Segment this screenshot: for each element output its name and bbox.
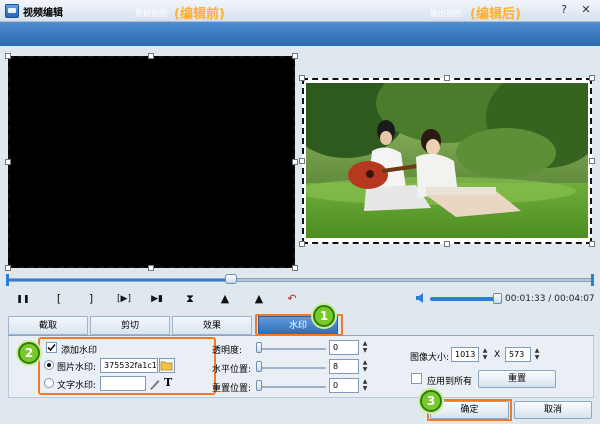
crop-handle-tr[interactable]	[292, 53, 298, 59]
opacity-thumb[interactable]	[256, 342, 262, 353]
v-position-thumb[interactable]	[256, 380, 262, 391]
original-preview[interactable]	[8, 56, 295, 268]
crop-handle-tl[interactable]	[5, 53, 11, 59]
mark-in-button[interactable]: [	[50, 291, 68, 307]
step-badge-3: 3	[420, 390, 442, 412]
crop-handle-mr[interactable]	[292, 159, 298, 165]
width-spinner[interactable]: ▲ ▼	[480, 347, 490, 362]
crop-handle-br[interactable]	[292, 265, 298, 271]
reset-button[interactable]: 重置	[478, 370, 556, 388]
image-size-label: 图像大小:	[410, 353, 450, 363]
tab-cut[interactable]: 剪切	[90, 316, 170, 335]
crop-handle-ml[interactable]	[5, 159, 11, 165]
folder-icon	[160, 361, 173, 371]
h-position-slider[interactable]	[258, 367, 326, 369]
opacity-value[interactable]: 0	[329, 340, 359, 355]
width-value[interactable]: 1013	[451, 347, 479, 362]
image-watermark-path[interactable]: 375532fa1c1a	[100, 358, 158, 373]
image-watermark-label: 图片水印:	[57, 363, 97, 373]
mark-out-button[interactable]: ]	[82, 291, 100, 307]
v-position-spinner[interactable]: ▲ ▼	[360, 378, 370, 393]
output-handle-tl[interactable]	[299, 75, 305, 81]
height-spinner[interactable]: ▲ ▼	[532, 347, 542, 362]
original-view-label: 原始视图	[135, 9, 167, 18]
current-time: 00:01:33	[505, 294, 546, 304]
size-times: X	[494, 350, 501, 360]
browse-folder-button[interactable]	[159, 358, 175, 373]
output-handle-tr[interactable]	[589, 75, 595, 81]
height-value[interactable]: 573	[505, 347, 531, 362]
play-range-button[interactable]: [▶]	[113, 291, 135, 307]
image-watermark-radio[interactable]	[44, 360, 54, 370]
cancel-button[interactable]: 取消	[514, 401, 592, 419]
time-readout: 00:01:33 / 00:04:07	[505, 294, 595, 304]
opacity-slider[interactable]	[258, 348, 326, 350]
output-handle-mr[interactable]	[589, 158, 595, 164]
h-position-thumb[interactable]	[256, 361, 262, 372]
apply-all-label: 应用到所有	[427, 377, 473, 387]
volume-thumb[interactable]	[493, 293, 502, 304]
v-position-value[interactable]: 0	[329, 378, 359, 393]
timeline-end-marker[interactable]	[591, 274, 594, 286]
text-font-icon[interactable]: T	[164, 376, 177, 390]
crop-handle-bm[interactable]	[148, 265, 154, 271]
output-preview-image	[306, 83, 588, 238]
flip-vertical-button[interactable]: ⧗	[181, 291, 199, 307]
time-separator: /	[548, 294, 552, 304]
text-watermark-radio[interactable]	[44, 378, 54, 388]
pause-button[interactable]: ❚❚	[14, 291, 32, 307]
crop-handle-bl[interactable]	[5, 265, 11, 271]
output-handle-ml[interactable]	[299, 158, 305, 164]
crop-handle-tm[interactable]	[148, 53, 154, 59]
original-view-note: (编辑前)	[174, 7, 225, 22]
tab-effects[interactable]: 效果	[172, 316, 252, 335]
rotate-right-button[interactable]: ▲	[250, 291, 268, 307]
opacity-spinner[interactable]: ▲ ▼	[360, 340, 370, 355]
couple-photo	[306, 83, 588, 238]
h-position-value[interactable]: 8	[329, 359, 359, 374]
v-position-label: 重置位置:	[212, 384, 252, 394]
h-position-spinner[interactable]: ▲ ▼	[360, 359, 370, 374]
output-handle-bl[interactable]	[299, 241, 305, 247]
h-position-label: 水平位置:	[212, 365, 252, 375]
goto-button[interactable]: ▶▮	[148, 291, 166, 307]
text-watermark-input[interactable]	[100, 376, 146, 391]
opacity-label: 透明度:	[212, 346, 243, 356]
volume-icon[interactable]	[415, 292, 427, 304]
help-button[interactable]: ?	[556, 3, 572, 17]
output-view-label: 输出视图	[430, 9, 462, 18]
add-watermark-label: 添加水印	[61, 346, 98, 356]
text-watermark-label: 文字水印:	[57, 381, 97, 391]
tab-trim[interactable]: 截取	[8, 316, 88, 335]
step-badge-2: 2	[18, 342, 40, 364]
timeline-start-marker[interactable]	[6, 274, 9, 286]
close-button[interactable]: ✕	[578, 3, 594, 17]
undo-button[interactable]: ↶	[283, 291, 301, 307]
view-header	[0, 22, 600, 46]
v-position-slider[interactable]	[258, 386, 326, 388]
apply-all-checkbox[interactable]	[411, 373, 422, 384]
timeline-thumb[interactable]	[224, 274, 237, 284]
rotate-left-button[interactable]: ▲	[216, 291, 234, 307]
app-icon	[5, 4, 19, 18]
output-handle-bm[interactable]	[444, 241, 450, 247]
total-time: 00:04:07	[554, 294, 595, 304]
volume-slider[interactable]	[430, 297, 500, 301]
pen-icon[interactable]	[149, 377, 161, 390]
timeline-track[interactable]	[8, 278, 594, 282]
output-handle-tm[interactable]	[444, 75, 450, 81]
output-view-note: (编辑后)	[470, 7, 521, 22]
output-handle-br[interactable]	[589, 241, 595, 247]
step-badge-1: 1	[313, 305, 335, 327]
window-title: 视频编辑	[23, 8, 63, 19]
timeline-progress	[9, 279, 230, 281]
add-watermark-checkbox[interactable]	[46, 342, 57, 353]
